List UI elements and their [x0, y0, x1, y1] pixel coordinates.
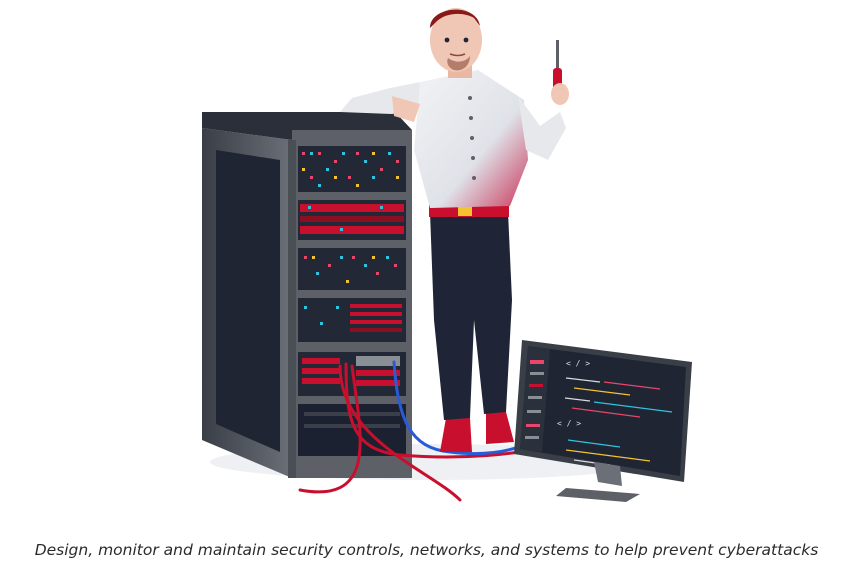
sysadmin-illustration: < / > < / > — [202, 8, 692, 502]
code-tag-1: < / > — [566, 359, 590, 368]
caption-text: Design, monitor and maintain security co… — [34, 541, 819, 559]
code-tag-2: < / > — [557, 419, 581, 428]
server-rack — [202, 112, 412, 478]
code-monitor: < / > < / > — [514, 340, 692, 502]
